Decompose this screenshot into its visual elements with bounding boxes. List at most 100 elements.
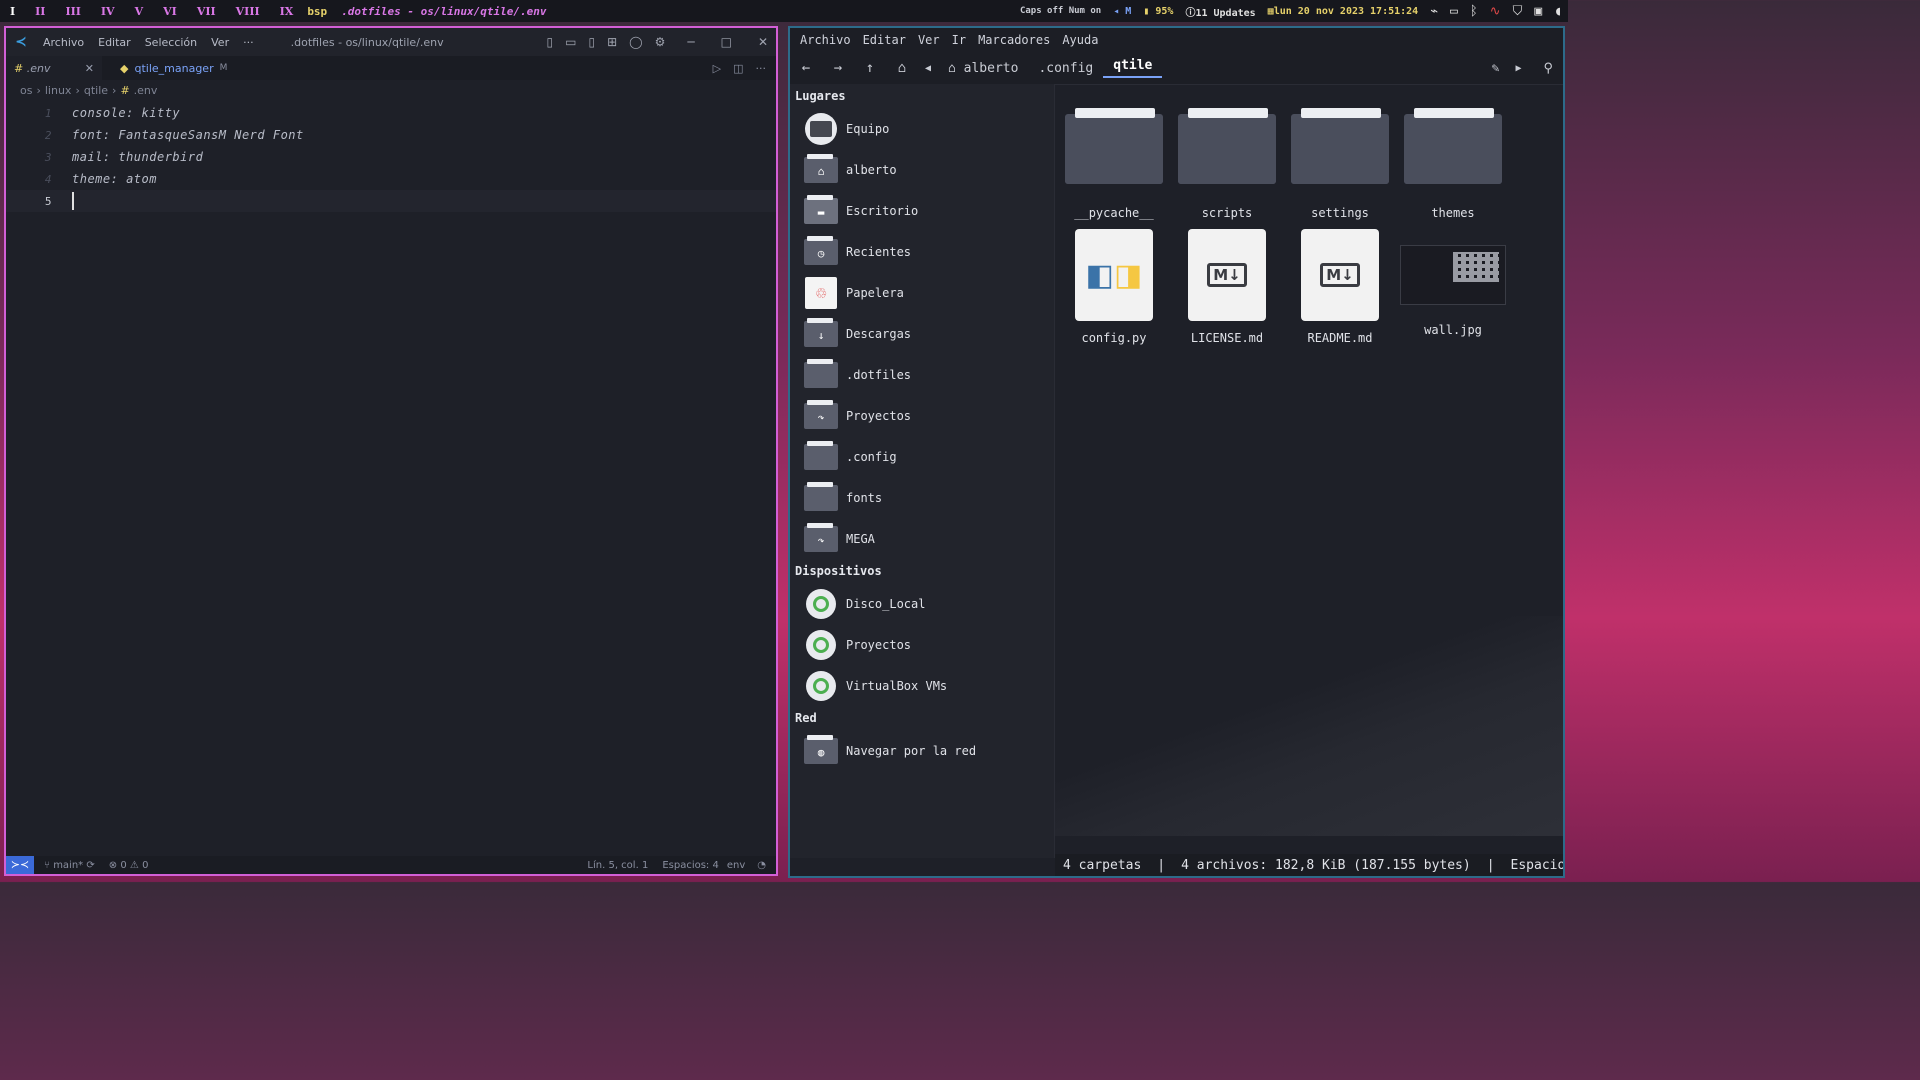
menu-editar[interactable]: Editar — [91, 36, 138, 49]
code-line-current[interactable]: 5 — [6, 190, 776, 212]
maximize-icon[interactable]: □ — [721, 35, 732, 49]
image-icon[interactable]: ▣ — [1534, 4, 1542, 19]
menu-archivo[interactable]: Archivo — [36, 36, 91, 49]
file-item-scripts[interactable]: scripts — [1172, 104, 1282, 220]
tab-qtile-manager[interactable]: ◆ qtile_manager M — [112, 56, 235, 80]
path-left-arrow-icon[interactable]: ◀ — [918, 63, 938, 74]
file-item-readme[interactable]: M↓ README.md — [1285, 229, 1395, 345]
breadcrumb-item[interactable]: os — [20, 84, 32, 97]
sidebar-item-proyectos[interactable]: ↷ Proyectos — [790, 395, 1054, 436]
sidebar-item-dotfiles[interactable]: .dotfiles — [790, 354, 1054, 395]
remote-icon[interactable]: ≻≺ — [6, 856, 34, 874]
clip-icon[interactable]: ⌁ — [1430, 4, 1438, 19]
menu-ver[interactable]: Ver — [912, 33, 946, 47]
workspace-1[interactable]: I — [0, 5, 25, 18]
sidebar-item-descargas[interactable]: ↓ Descargas — [790, 313, 1054, 354]
bell-icon[interactable]: ◔ — [757, 860, 766, 871]
menu-more[interactable]: ··· — [236, 36, 261, 49]
sidebar-item-escritorio[interactable]: ▬ Escritorio — [790, 190, 1054, 231]
screen-icon[interactable]: ▭ — [1450, 4, 1458, 19]
search-icon[interactable]: ⚲ — [1543, 61, 1553, 76]
close-icon[interactable]: ✕ — [758, 35, 768, 49]
code-editor[interactable]: 1 console: kitty 2 font: FantasqueSansM … — [6, 102, 776, 858]
branch-widget[interactable]: ⑂ main* ⟳ — [44, 860, 95, 871]
settings-gear-icon[interactable]: ⚙ — [655, 35, 666, 49]
path-crumb-qtile[interactable]: qtile — [1103, 58, 1163, 78]
code-line[interactable]: 4 theme: atom — [6, 168, 776, 190]
run-icon[interactable]: ▷ — [713, 62, 721, 75]
volume-widget[interactable]: ◂ M — [1113, 6, 1131, 17]
workspace-7[interactable]: VII — [187, 5, 226, 18]
toggle-primary-sidebar-icon[interactable]: ▯ — [547, 35, 554, 49]
breadcrumb-item[interactable]: .env — [134, 84, 158, 97]
clock-widget[interactable]: ▦lun 20 nov 2023 17:51:24 — [1268, 6, 1419, 17]
menu-ir[interactable]: Ir — [946, 33, 972, 47]
sidebar-item-equipo[interactable]: Equipo — [790, 108, 1054, 149]
sidebar-item-proyectos-drive[interactable]: Proyectos — [790, 624, 1054, 665]
menu-ayuda[interactable]: Ayuda — [1056, 33, 1104, 47]
menu-marcadores[interactable]: Marcadores — [972, 33, 1056, 47]
code-line[interactable]: 3 mail: thunderbird — [6, 146, 776, 168]
indentation[interactable]: Espacios: 4 — [662, 860, 719, 871]
workspace-9[interactable]: IX — [270, 5, 304, 18]
menu-seleccion[interactable]: Selección — [138, 36, 204, 49]
workspace-5[interactable]: V — [125, 5, 154, 18]
toggle-panel-icon[interactable]: ▭ — [565, 35, 576, 49]
warning-count: 0 — [142, 859, 149, 871]
markdown-file-icon: M↓ — [1301, 229, 1379, 321]
back-arrow-icon[interactable]: ← — [790, 60, 822, 76]
sidebar-item-fonts[interactable]: fonts — [790, 477, 1054, 518]
sidebar-item-disco-local[interactable]: Disco_Local — [790, 583, 1054, 624]
workspace-3[interactable]: III — [55, 5, 90, 18]
path-crumb-config[interactable]: .config — [1028, 61, 1103, 76]
audio-icon[interactable]: ◖ — [1554, 4, 1562, 19]
sidebar-item-config[interactable]: .config — [790, 436, 1054, 477]
modified-badge: M — [219, 63, 228, 73]
shield-icon[interactable]: ⛉ — [1513, 4, 1523, 19]
home-folder-icon: ⌂ — [804, 153, 838, 183]
code-line[interactable]: 2 font: FantasqueSansM Nerd Font — [6, 124, 776, 146]
cursor-position[interactable]: Lín. 5, col. 1 — [587, 860, 648, 871]
file-item-wall[interactable]: wall.jpg — [1398, 229, 1508, 337]
path-crumb-home[interactable]: ⌂ alberto — [938, 61, 1028, 76]
language-mode[interactable]: env — [727, 860, 745, 871]
breadcrumb-item[interactable]: qtile — [84, 84, 108, 97]
workspace-2[interactable]: II — [25, 5, 55, 18]
sidebar-item-mega[interactable]: ↷ MEGA — [790, 518, 1054, 559]
minimize-icon[interactable]: ─ — [687, 35, 694, 49]
menu-archivo[interactable]: Archivo — [794, 33, 857, 47]
home-icon[interactable]: ⌂ — [886, 60, 918, 76]
workspace-8[interactable]: VIII — [226, 5, 270, 18]
file-item-license[interactable]: M↓ LICENSE.md — [1172, 229, 1282, 345]
edit-path-icon[interactable]: ✎ — [1492, 61, 1500, 76]
file-item-pycache[interactable]: __pycache__ — [1059, 104, 1169, 220]
file-item-config-py[interactable]: ◧◨ config.py — [1059, 229, 1169, 345]
more-actions-icon[interactable]: ··· — [756, 62, 767, 75]
network-wave-icon[interactable]: ∿ — [1490, 4, 1501, 19]
sidebar-item-network[interactable]: ◍ Navegar por la red — [790, 730, 1054, 771]
tab-env[interactable]: # .env ✕ — [6, 56, 102, 80]
forward-arrow-icon[interactable]: → — [822, 60, 854, 76]
file-item-themes[interactable]: themes — [1398, 104, 1508, 220]
menu-ver[interactable]: Ver — [204, 36, 236, 49]
path-right-arrow-icon[interactable]: ▶ — [1515, 63, 1521, 74]
bluetooth-icon[interactable]: ᛒ — [1470, 4, 1478, 19]
workspace-6[interactable]: VI — [153, 5, 187, 18]
sidebar-item-virtualbox[interactable]: VirtualBox VMs — [790, 665, 1054, 706]
accounts-icon[interactable]: ◯ — [629, 35, 642, 49]
close-tab-icon[interactable]: ✕ — [85, 62, 94, 75]
updates-widget[interactable]: ⓘ11 Updates — [1185, 4, 1255, 19]
toggle-secondary-sidebar-icon[interactable]: ▯ — [588, 35, 595, 49]
menu-editar[interactable]: Editar — [857, 33, 912, 47]
breadcrumb-item[interactable]: linux — [45, 84, 72, 97]
sidebar-item-papelera[interactable]: ♲ Papelera — [790, 272, 1054, 313]
sidebar-item-recientes[interactable]: ◷ Recientes — [790, 231, 1054, 272]
workspace-4[interactable]: IV — [91, 5, 125, 18]
file-item-settings[interactable]: settings — [1285, 104, 1395, 220]
split-editor-icon[interactable]: ◫ — [733, 62, 743, 75]
sidebar-item-alberto[interactable]: ⌂ alberto — [790, 149, 1054, 190]
up-arrow-icon[interactable]: ↑ — [854, 60, 886, 76]
code-line[interactable]: 1 console: kitty — [6, 102, 776, 124]
problems-widget[interactable]: ⊗ 0 ⚠ 0 — [109, 860, 149, 871]
customize-layout-icon[interactable]: ⊞ — [607, 35, 617, 49]
